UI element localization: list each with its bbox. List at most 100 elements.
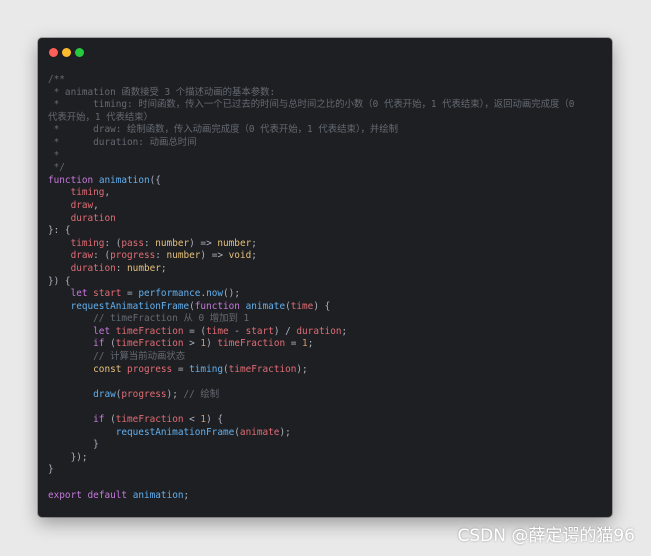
code-token: * timing: 时间函数，传入一个已过去的时间与总时间之比的小数（0 代表开… [48, 99, 575, 111]
close-window-icon[interactable] [49, 48, 58, 57]
window-titlebar [38, 38, 612, 68]
code-token: number [155, 237, 190, 249]
code-token: draw [70, 199, 94, 211]
code-token: duration [296, 325, 342, 337]
code-line: export default animation; [48, 490, 602, 503]
code-token: 代表开始，1 代表结束） [48, 111, 154, 123]
code-token: if [93, 414, 105, 426]
code-token: timeFraction [115, 414, 184, 426]
code-token: animation [132, 489, 184, 501]
code-line: * animation 函数接受 3 个描述动画的基本参数: [48, 87, 602, 100]
code-token: }: { [48, 225, 71, 237]
code-token: draw [70, 250, 94, 262]
code-line: * timing: 时间函数，传入一个已过去的时间与总时间之比的小数（0 代表开… [48, 99, 602, 112]
code-token: now [206, 288, 224, 300]
code-line: 代表开始，1 代表结束） [48, 112, 602, 125]
code-token: = ( [183, 325, 207, 337]
maximize-window-icon[interactable] [75, 48, 84, 57]
code-token: draw [93, 388, 116, 400]
code-token: timeFraction [115, 325, 184, 337]
code-line: * [48, 150, 602, 163]
code-token: // 绘制 [183, 388, 220, 400]
code-token: duration [70, 212, 116, 224]
code-token: animate [239, 426, 280, 438]
code-token: * draw: 绘制函数，传入动画完成度（0 代表开始，1 代表结束），并绘制 [48, 124, 399, 136]
code-token: ); [166, 388, 184, 400]
code-line: duration: number; [48, 263, 602, 276]
code-line: }) { [48, 276, 602, 289]
code-token: ) => [200, 250, 229, 262]
code-token: } [48, 464, 54, 476]
code-block: /** * animation 函数接受 3 个描述动画的基本参数: * tim… [48, 74, 602, 502]
code-token: * duration: 动画总时间 [48, 136, 197, 148]
code-token: ; [307, 338, 314, 350]
code-line: let start = performance.now(); [48, 288, 602, 301]
code-token: start [93, 288, 122, 300]
code-token: > [183, 338, 201, 350]
code-token: * animation 函数接受 3 个描述动画的基本参数: [48, 86, 276, 98]
code-token: }) { [48, 275, 71, 287]
code-line: function animation({ [48, 175, 602, 188]
minimize-window-icon[interactable] [62, 48, 71, 57]
code-line: }: { [48, 225, 602, 238]
code-token: , [93, 199, 99, 211]
code-token: ); [279, 426, 291, 438]
code-line: duration [48, 213, 602, 226]
code-token: ); [296, 363, 308, 375]
code-token: ) => [189, 237, 218, 249]
code-token: pass [121, 237, 144, 249]
code-line: draw(progress); // 绘制 [48, 389, 602, 402]
code-token: timeFraction [228, 363, 297, 375]
code-token: : [115, 262, 128, 274]
code-token: < [183, 414, 201, 426]
code-token: start [245, 325, 274, 337]
code-line: if (timeFraction < 1) { [48, 414, 602, 427]
code-token: default [87, 489, 128, 501]
code-token: performance [138, 288, 201, 300]
code-token: progress [110, 250, 156, 262]
code-token: animate [245, 300, 286, 312]
code-line: */ [48, 162, 602, 175]
code-token: timeFraction [217, 338, 286, 350]
code-line: draw: (progress: number) => void; [48, 250, 602, 263]
code-token: // 计算当前动画状态 [93, 351, 186, 363]
code-token: ) { [313, 300, 331, 312]
code-line: // 计算当前动画状态 [48, 351, 602, 364]
code-token: let [93, 325, 111, 337]
code-line: } [48, 464, 602, 477]
code-line: /** [48, 74, 602, 87]
code-token: ; [160, 262, 167, 274]
code-token: timing [70, 237, 105, 249]
code-token: let [70, 288, 88, 300]
code-token: ; [251, 237, 257, 249]
code-token: (); [223, 288, 240, 300]
code-token: , [104, 187, 111, 199]
watermark: CSDN @薛定谔的猫96 [457, 526, 635, 546]
code-token: ; [183, 489, 190, 501]
code-token: progress [127, 363, 173, 375]
code-token: * [48, 149, 60, 161]
code-token: ) { [206, 414, 224, 426]
code-line: let timeFraction = (time - start) / dura… [48, 326, 602, 339]
code-line: timing, [48, 187, 602, 200]
code-token: timing [70, 187, 105, 199]
code-token: duration [70, 262, 116, 274]
code-token: // timeFraction 从 0 增加到 1 [93, 313, 250, 325]
code-token: requestAnimationFrame [70, 300, 190, 312]
code-token: requestAnimationFrame [115, 426, 235, 438]
